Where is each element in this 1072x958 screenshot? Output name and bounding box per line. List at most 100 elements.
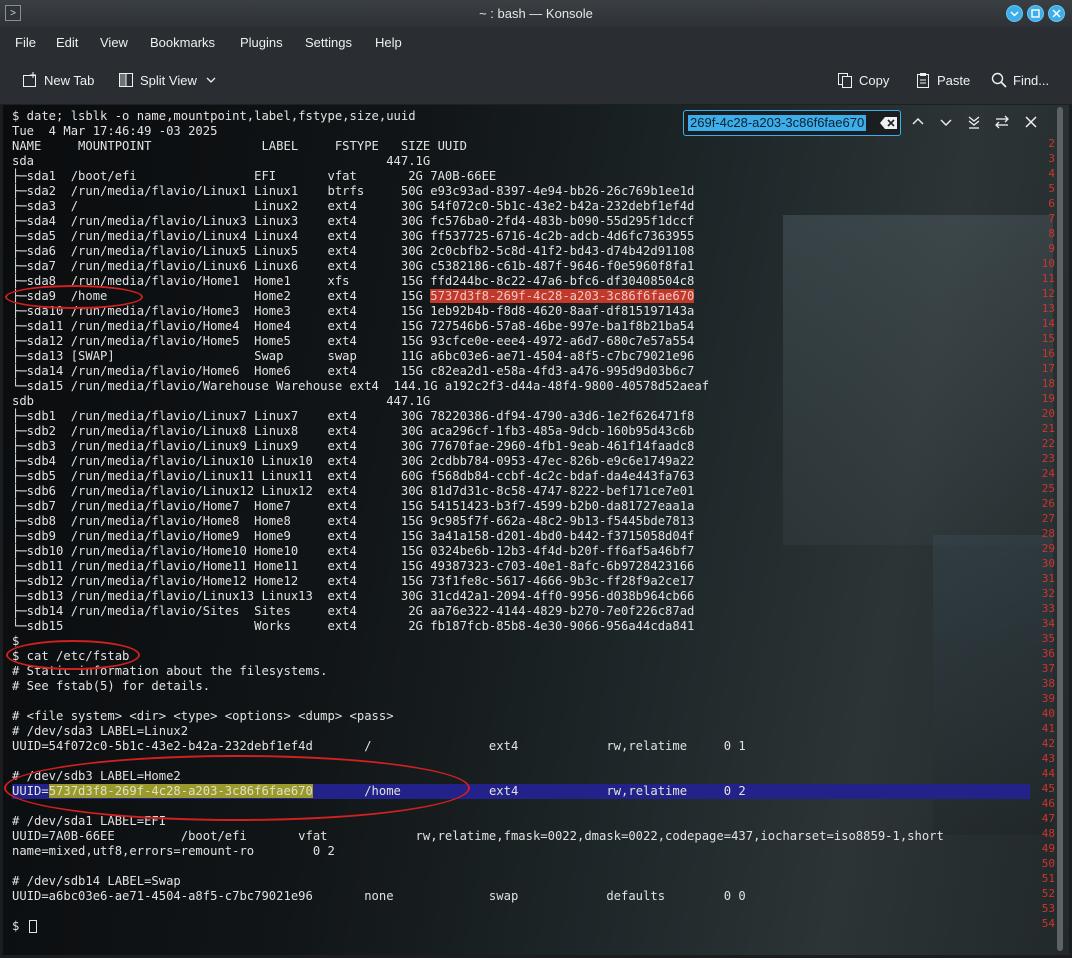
terminal-line: ├─sdb13 /run/media/flavio/Linux13 Linux1… [12, 589, 695, 603]
line-number: 35 [1041, 632, 1055, 645]
line-number: 33 [1041, 602, 1055, 615]
menu-view[interactable]: View [100, 35, 128, 50]
menu-bar: File Edit View Bookmarks Plugins Setting… [0, 27, 1072, 58]
search-bar: 269f-4c28-a203-3c86f6fae670 [677, 105, 1069, 141]
line-number: 22 [1041, 437, 1055, 450]
line-number: 20 [1041, 407, 1055, 420]
chevron-down-icon [206, 77, 216, 83]
clear-text-icon[interactable] [880, 116, 898, 130]
chevron-down-icon [1010, 11, 1019, 17]
line-number: 42 [1041, 737, 1055, 750]
minimize-button[interactable] [1006, 5, 1023, 22]
line-number: 51 [1041, 872, 1055, 885]
line-number: 38 [1041, 677, 1055, 690]
line-number: 19 [1041, 392, 1055, 405]
line-number: 27 [1041, 512, 1055, 525]
terminal-line: ├─sda14 /run/media/flavio/Home6 Home6 ex… [12, 364, 695, 378]
terminal-line: ├─sda3 / Linux2 ext4 30G 54f072c0-5b1c-4… [12, 199, 695, 213]
copy-button[interactable]: Copy [837, 72, 889, 88]
menu-edit[interactable]: Edit [56, 35, 78, 50]
terminal-line: ├─sdb8 /run/media/flavio/Home8 Home8 ext… [12, 514, 695, 528]
terminal-line: ├─sda13 [SWAP] Swap swap 11G a6bc03e6-ae… [12, 349, 695, 363]
line-number: 43 [1041, 752, 1055, 765]
line-number: 50 [1041, 857, 1055, 870]
terminal-line: ├─sdb4 /run/media/flavio/Linux10 Linux10… [12, 454, 695, 468]
menu-bookmarks[interactable]: Bookmarks [150, 35, 215, 50]
terminal-line: # See fstab(5) for details. [12, 679, 211, 693]
annotation-circle-home-entry [4, 755, 470, 821]
terminal-line: ├─sda4 /run/media/flavio/Linux3 Linux3 e… [12, 214, 695, 228]
terminal-line: # /dev/sda3 LABEL=Linux2 [12, 724, 189, 738]
line-number: 10 [1041, 257, 1055, 270]
line-number: 4 [1048, 167, 1055, 180]
close-icon[interactable] [1024, 115, 1038, 129]
terminal-line: ├─sdb9 /run/media/flavio/Home9 Home9 ext… [12, 529, 695, 543]
highlight-all-icon[interactable] [967, 115, 981, 129]
line-number: 29 [1041, 542, 1055, 555]
menu-file[interactable]: File [15, 35, 36, 50]
find-label: Find... [1013, 72, 1050, 88]
menu-plugins[interactable]: Plugins [240, 35, 283, 50]
line-number: 36 [1041, 647, 1055, 660]
search-options-icon[interactable] [995, 115, 1009, 129]
line-number: 12 [1041, 287, 1055, 300]
terminal-line: └─sdb15 Works ext4 2G fb187fcb-85b8-4e30… [12, 619, 695, 633]
line-number: 6 [1048, 197, 1055, 210]
terminal-scrollbar[interactable] [1057, 107, 1063, 951]
line-number: 16 [1041, 347, 1055, 360]
search-input-value: 269f-4c28-a203-3c86f6fae670 [688, 115, 867, 131]
terminal-line: # /dev/sdb14 LABEL=Swap [12, 874, 181, 888]
line-number: 45 [1041, 782, 1055, 795]
line-number: 14 [1041, 317, 1055, 330]
search-match-highlight: 5737d3f8-269f-4c28-a203-3c86f6fae670 [430, 289, 695, 303]
terminal-line: $ date; lsblk -o name,mountpoint,label,f… [12, 109, 416, 123]
title-bar[interactable]: > ~ : bash — Konsole [0, 0, 1072, 27]
line-number: 46 [1041, 797, 1055, 810]
terminal-line: sda 447.1G [12, 154, 431, 168]
terminal-line: ├─sdb10 /run/media/flavio/Home10 Home10 … [12, 544, 695, 558]
terminal-line: name=mixed,utf8,errors=remount-ro 0 2 [12, 844, 335, 858]
chevron-up-icon[interactable] [911, 115, 925, 129]
terminal-line: ├─sdb6 /run/media/flavio/Linux12 Linux12… [12, 484, 695, 498]
new-tab-button[interactable]: New Tab [22, 72, 94, 88]
line-number: 37 [1041, 662, 1055, 675]
split-view-button[interactable]: Split View [118, 72, 217, 88]
line-number: 24 [1041, 467, 1055, 480]
line-number: 18 [1041, 377, 1055, 390]
main-toolbar: New Tab Split View Copy Paste Find... [0, 58, 1072, 105]
terminal-line: ├─sda12 /run/media/flavio/Home5 Home5 ex… [12, 334, 695, 348]
paste-button[interactable]: Paste [915, 72, 970, 88]
line-number: 49 [1041, 842, 1055, 855]
terminal-line: # <file system> <dir> <type> <options> <… [12, 709, 394, 723]
line-number: 17 [1041, 362, 1055, 375]
chevron-down-icon[interactable] [939, 115, 953, 129]
line-number: 13 [1041, 302, 1055, 315]
terminal-line: ├─sdb14 /run/media/flavio/Sites Sites ex… [12, 604, 695, 618]
line-number: 25 [1041, 482, 1055, 495]
terminal-line: UUID=54f072c0-5b1c-43e2-b42a-232debf1ef4… [12, 739, 746, 753]
find-button[interactable]: Find... [991, 72, 1049, 88]
line-number: 44 [1041, 767, 1055, 780]
search-input[interactable]: 269f-4c28-a203-3c86f6fae670 [683, 110, 901, 136]
terminal-line: ├─sda11 /run/media/flavio/Home4 Home4 ex… [12, 319, 695, 333]
window-title: ~ : bash — Konsole [479, 6, 593, 21]
terminal-line: ├─sdb3 /run/media/flavio/Linux9 Linux9 e… [12, 439, 695, 453]
close-window-button[interactable] [1048, 5, 1065, 22]
wallpaper-window-shape [783, 215, 1053, 545]
menu-settings[interactable]: Settings [305, 35, 352, 50]
line-number: 39 [1041, 692, 1055, 705]
line-number: 7 [1048, 212, 1055, 225]
menu-help[interactable]: Help [375, 35, 402, 50]
line-number: 23 [1041, 452, 1055, 465]
line-number: 26 [1041, 497, 1055, 510]
line-number: 54 [1041, 917, 1055, 930]
terminal-line: ├─sdb5 /run/media/flavio/Linux11 Linux11… [12, 469, 695, 483]
line-number: 15 [1041, 332, 1055, 345]
line-number: 52 [1041, 887, 1055, 900]
line-number: 8 [1048, 227, 1055, 240]
maximize-button[interactable] [1027, 5, 1044, 22]
terminal-line: ├─sda6 /run/media/flavio/Linux5 Linux5 e… [12, 244, 695, 258]
terminal-line: ├─sdb2 /run/media/flavio/Linux8 Linux8 e… [12, 424, 695, 438]
terminal-area[interactable]: $ date; lsblk -o name,mountpoint,label,f… [3, 105, 1069, 955]
terminal-line: ├─sdb11 /run/media/flavio/Home11 Home11 … [12, 559, 695, 573]
